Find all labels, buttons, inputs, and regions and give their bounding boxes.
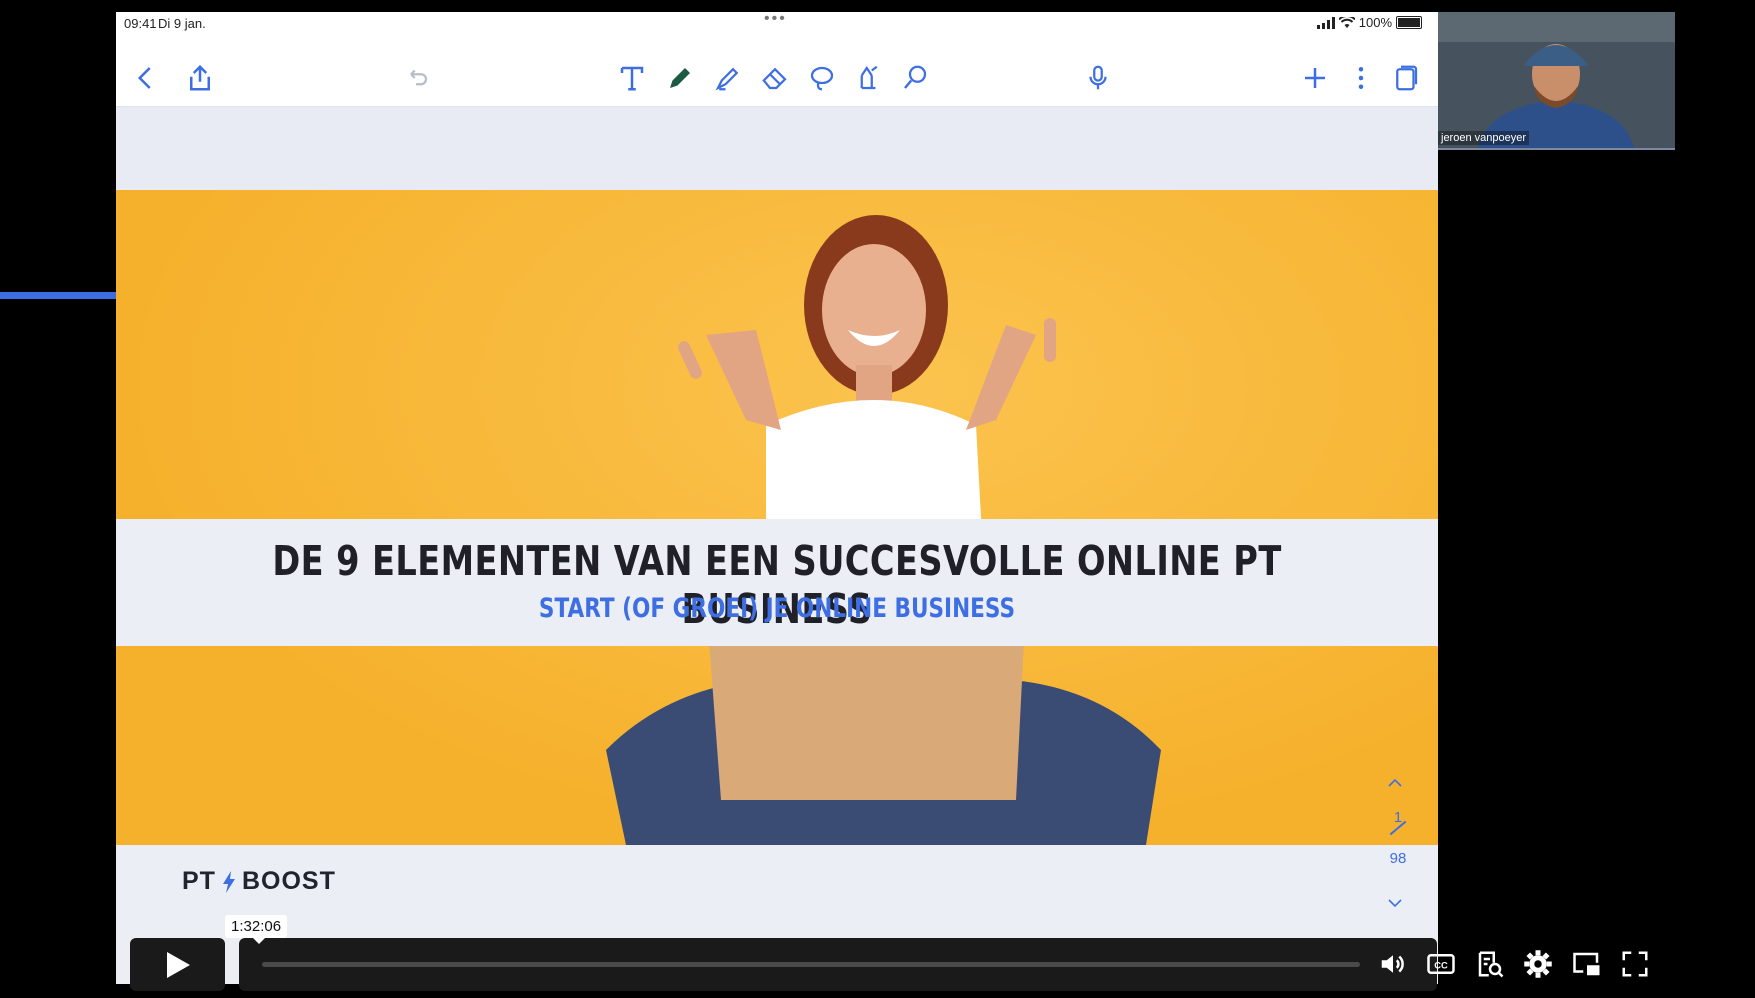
captions-icon[interactable]: CC: [1424, 947, 1458, 981]
volume-icon[interactable]: [1376, 947, 1410, 981]
toolbar: [116, 36, 1438, 107]
presenter-video: [1438, 12, 1675, 148]
multitasking-dots-icon[interactable]: •••: [764, 12, 787, 28]
svg-text:CC: CC: [1434, 960, 1448, 970]
brand-logo-right: BOOST: [241, 867, 336, 895]
status-time: 09:41: [124, 16, 157, 31]
page-current: 1: [1393, 809, 1403, 826]
share-icon[interactable]: [182, 60, 218, 96]
page-total: 98: [1389, 850, 1407, 867]
page-down-chevron-icon[interactable]: [1386, 894, 1404, 917]
battery-icon: [1396, 16, 1422, 29]
transcript-icon[interactable]: [1473, 947, 1507, 981]
brand-logo: PT BOOST: [182, 867, 336, 896]
page-margin-top: [116, 107, 1438, 190]
play-button[interactable]: [130, 938, 225, 991]
text-tool-icon[interactable]: [614, 60, 650, 96]
pages-icon[interactable]: [1388, 60, 1424, 96]
hover-time-tooltip: 1:32:06: [225, 915, 288, 944]
highlighter-icon[interactable]: [710, 60, 746, 96]
status-date: Di 9 jan.: [158, 16, 206, 31]
status-bar: 09:41 Di 9 jan. ••• 100%: [116, 12, 1438, 36]
battery-percent: 100%: [1358, 15, 1392, 30]
woman-with-laptop-illustration: [606, 215, 1161, 845]
lightning-bolt-icon: [222, 870, 235, 893]
shapes-icon[interactable]: [850, 60, 886, 96]
participant-name: jeroen vanpoeyer: [1438, 131, 1530, 145]
slide-subtitle: START (OF GROEI) JE ONLINE BUSINESS: [538, 593, 1016, 624]
webcam-feed: jeroen vanpoeyer: [1438, 12, 1675, 150]
more-icon[interactable]: [1343, 60, 1379, 96]
progress-track[interactable]: [262, 962, 1360, 967]
ipad-screen: 09:41 Di 9 jan. ••• 100% DE 9 ELEMENTEN …: [116, 12, 1438, 984]
settings-icon[interactable]: [1521, 947, 1555, 981]
brand-logo-left: PT: [182, 867, 216, 895]
undo-icon[interactable]: [398, 60, 434, 96]
signal-icon: [1316, 16, 1335, 29]
microphone-icon[interactable]: [1080, 60, 1116, 96]
slide-hero-image: DE 9 ELEMENTEN VAN EEN SUCCESVOLLE ONLIN…: [116, 190, 1438, 845]
status-indicators: 100%: [1316, 15, 1422, 30]
back-chevron-icon[interactable]: [128, 60, 164, 96]
elements-icon[interactable]: [897, 60, 933, 96]
picture-in-picture-icon[interactable]: [1570, 947, 1604, 981]
fullscreen-icon[interactable]: [1618, 947, 1652, 981]
lasso-icon[interactable]: [804, 60, 840, 96]
wifi-icon: [1338, 16, 1355, 28]
eraser-icon[interactable]: [757, 60, 793, 96]
play-icon: [166, 951, 190, 978]
add-icon[interactable]: [1297, 60, 1333, 96]
pen-icon[interactable]: [662, 60, 698, 96]
page-up-chevron-icon[interactable]: [1386, 774, 1404, 797]
